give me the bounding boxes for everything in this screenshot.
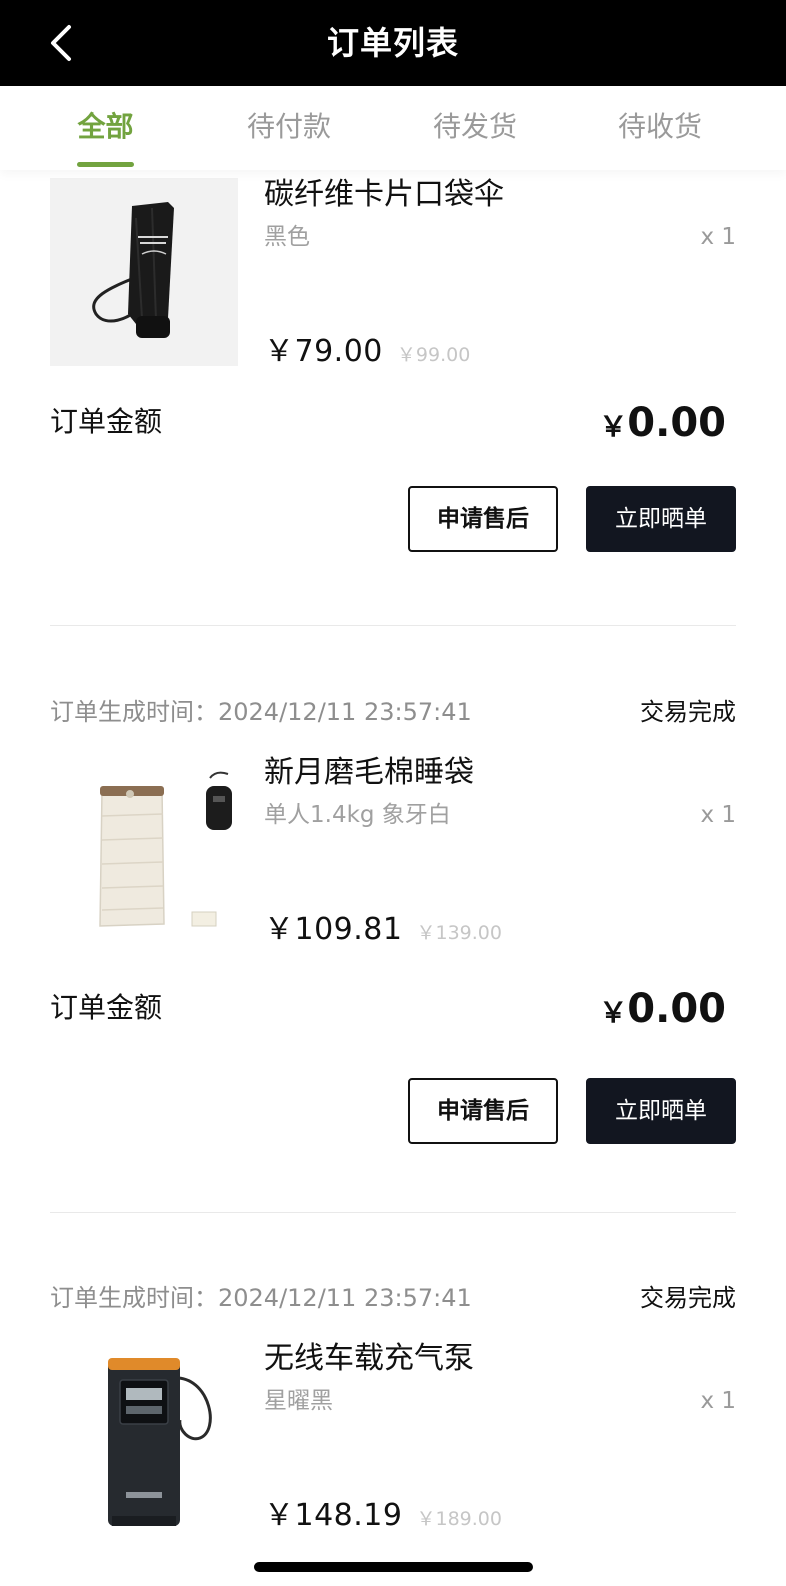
order-meta: 订单生成时间：2024/12/11 23:57:41 交易完成: [50, 692, 736, 732]
tab-pending-receipt[interactable]: 待收货: [618, 108, 702, 146]
product-image[interactable]: [50, 764, 238, 952]
current-price: 79.00: [294, 334, 383, 369]
sleeping-bag-image: [50, 764, 238, 952]
order-amount-label: 订单金额: [50, 991, 163, 1024]
nav-header: 订单列表: [0, 0, 786, 86]
price-row: ￥79.00 ￥99.00: [264, 326, 470, 370]
tab-pending-shipment[interactable]: 待发货: [433, 108, 517, 146]
active-tab-indicator: [77, 162, 134, 167]
order-amount-label: 订单金额: [50, 405, 163, 438]
order-amount-number: 0.00: [627, 986, 726, 1032]
order-created-time: 订单生成时间：2024/12/11 23:57:41: [50, 698, 472, 726]
product-name: 碳纤维卡片口袋伞: [264, 177, 504, 212]
current-price: 148.19: [294, 1498, 403, 1533]
air-pump-image: [50, 1350, 238, 1538]
current-price-currency: ￥: [264, 1498, 295, 1533]
product-spec: 单人1.4kg 象牙白: [264, 802, 451, 828]
price-row: ￥109.81 ￥139.00: [264, 904, 502, 948]
order-meta: 订单生成时间：2024/12/11 23:57:41 交易完成: [50, 1278, 736, 1318]
order-amount-currency: ￥: [599, 410, 628, 443]
order-tabs: 全部 待付款 待发货 待收货: [0, 86, 786, 170]
order-divider: [50, 625, 736, 626]
tab-all[interactable]: 全部: [77, 108, 134, 146]
product-image[interactable]: [50, 178, 238, 366]
current-price: 109.81: [294, 912, 403, 947]
page-title: 订单列表: [326, 24, 459, 62]
post-review-button[interactable]: 立即晒单: [586, 486, 736, 552]
order-created-time: 订单生成时间：2024/12/11 23:57:41: [50, 1284, 472, 1312]
product-name: 新月磨毛棉睡袋: [264, 755, 474, 790]
product-spec: 星曜黑: [264, 1388, 333, 1414]
order-status: 交易完成: [640, 1284, 736, 1312]
current-price-currency: ￥: [264, 334, 295, 369]
home-indicator: [254, 1562, 533, 1572]
original-price: ￥139.00: [416, 922, 502, 944]
order-card: 订单生成时间：2024/12/11 23:57:41 交易完成 新月磨毛棉睡袋 …: [50, 692, 736, 1213]
product-spec: 黑色: [264, 224, 310, 250]
order-divider: [50, 1212, 736, 1213]
product-quantity: x 1: [700, 224, 736, 250]
order-amount-value: ￥0.00: [599, 984, 726, 1042]
product-quantity: x 1: [700, 802, 736, 828]
original-price: ￥189.00: [416, 1508, 502, 1530]
original-price: ￥99.00: [396, 344, 471, 366]
order-amount-currency: ￥: [599, 996, 628, 1029]
product-quantity: x 1: [700, 1388, 736, 1414]
product-name: 无线车载充气泵: [264, 1341, 474, 1376]
order-status: 交易完成: [640, 698, 736, 726]
order-amount-number: 0.00: [627, 400, 726, 446]
order-amount-value: ￥0.00: [599, 398, 726, 456]
order-card: 碳纤维卡片口袋伞 黑色 x 1 ￥79.00 ￥99.00 订单金额 ￥0.00 …: [50, 177, 736, 628]
after-sale-button[interactable]: 申请售后: [408, 1078, 558, 1144]
order-card: 订单生成时间：2024/12/11 23:57:41 交易完成 无线车载充气泵 …: [50, 1278, 736, 1578]
after-sale-button[interactable]: 申请售后: [408, 486, 558, 552]
current-price-currency: ￥: [264, 912, 295, 947]
tab-pending-payment[interactable]: 待付款: [247, 108, 331, 146]
product-image[interactable]: [50, 1350, 238, 1538]
post-review-button[interactable]: 立即晒单: [586, 1078, 736, 1144]
price-row: ￥148.19 ￥189.00: [264, 1490, 502, 1534]
umbrella-image: [50, 178, 238, 366]
